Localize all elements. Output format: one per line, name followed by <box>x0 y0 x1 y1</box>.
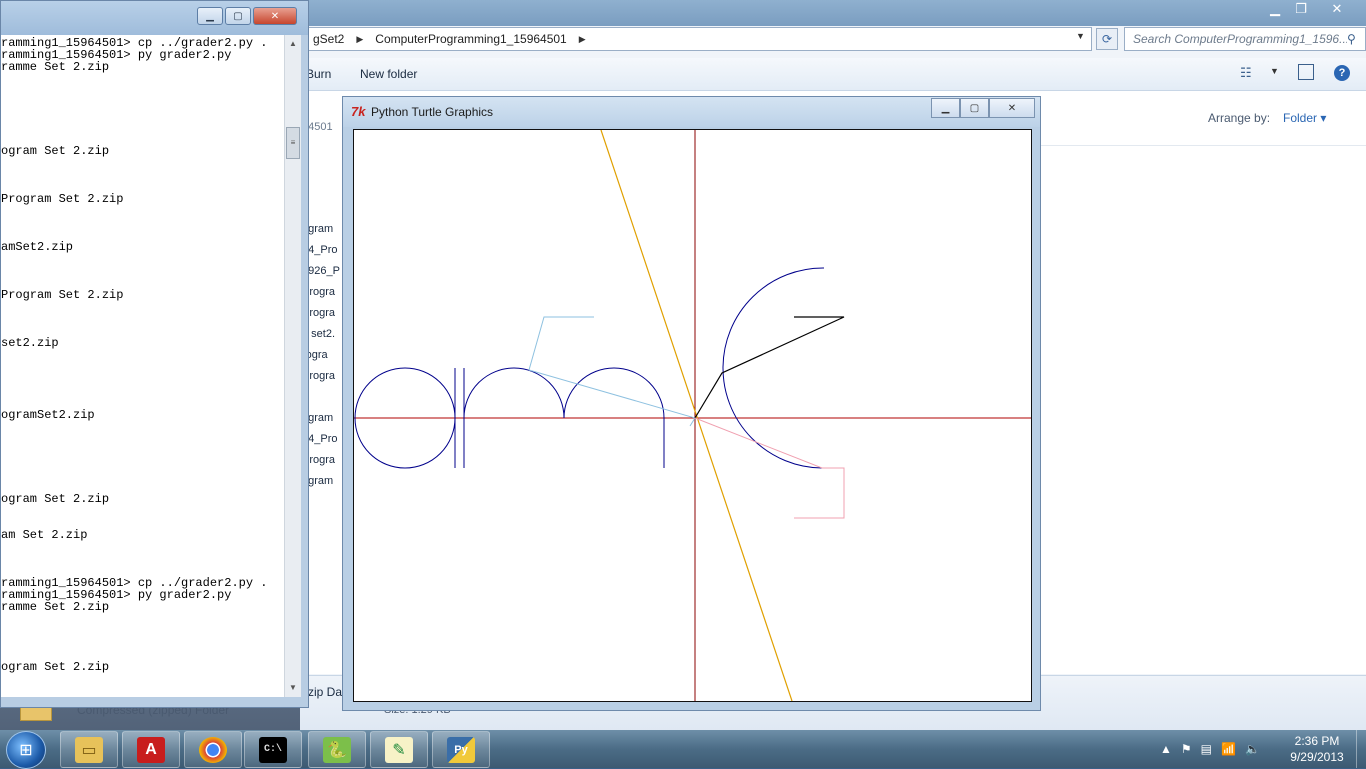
scrollbar-thumb[interactable]: ≡ <box>286 127 300 159</box>
turtle-drawing <box>354 130 1031 701</box>
new-folder-button[interactable]: New folder <box>360 67 417 81</box>
chevron-right-icon[interactable]: ▶ <box>579 34 586 45</box>
clock[interactable]: 2:36 PM 9/29/2013 <box>1287 733 1347 765</box>
explorer-toolbar: Burn New folder ☷ ▼ ? <box>300 58 1366 91</box>
console-line: ramme Set 2.zip <box>1 600 110 614</box>
scrollbar[interactable]: ▲ ≡ ▼ <box>284 35 301 697</box>
minimize-button[interactable]: ▁ <box>931 98 960 118</box>
chevron-down-icon[interactable]: ▼ <box>1076 31 1085 41</box>
network-icon[interactable]: 📶 <box>1221 742 1236 756</box>
console-window: ▁ ▢ ✕ ramming1_15964501> cp ../grader2.p… <box>0 0 309 708</box>
address-bar[interactable]: gSet2 ▶ ComputerProgramming1_15964501 ▶ <box>300 27 1092 51</box>
maximize-button[interactable]: ▢ <box>225 7 251 25</box>
console-line: Program Set 2.zip <box>1 288 124 302</box>
taskbar-app-chrome[interactable]: ● <box>184 731 242 768</box>
black-path <box>694 316 845 419</box>
arrange-by-label: Arrange by: <box>1208 111 1271 125</box>
turtle-window-controls: ▁ ▢ ✕ <box>931 98 1035 118</box>
explorer-icon: ▭ <box>75 736 103 763</box>
safely-remove-icon[interactable]: ▤ <box>1201 742 1212 756</box>
taskbar-app-idle[interactable]: 🐍 <box>308 731 366 768</box>
console-line: ramme Set 2.zip <box>1 60 110 74</box>
taskbar-app-autocad[interactable]: A <box>122 731 180 768</box>
arrange-by-dropdown[interactable]: Folder ▾ <box>1283 111 1326 125</box>
turtle-graphics-window: 7k Python Turtle Graphics ▁ ▢ ✕ <box>342 96 1041 711</box>
close-button[interactable]: ✕ <box>253 7 297 25</box>
pink-path <box>694 417 845 519</box>
explorer-titlebar <box>300 0 1366 26</box>
taskbar-app-notepad[interactable]: ✎ <box>370 731 428 768</box>
console-titlebar[interactable]: ▁ ▢ ✕ <box>1 1 308 35</box>
taskbar: ⊞ ▭ A ● C:\ 🐍 ✎ Py ▲ ⚑ ▤ 📶 🔈 2:36 PM 9/2… <box>0 730 1366 769</box>
console-line: amSet2.zip <box>1 240 74 254</box>
notepad-icon: ✎ <box>385 736 413 763</box>
chevron-down-icon[interactable]: ▼ <box>1270 66 1279 76</box>
chrome-icon: ● <box>199 736 227 763</box>
tk-feather-icon: 7k <box>351 104 366 119</box>
turtle-canvas[interactable] <box>353 129 1032 702</box>
window-title: Python Turtle Graphics <box>371 105 494 119</box>
start-button[interactable]: ⊞ <box>6 731 46 769</box>
taskbar-app-explorer[interactable]: ▭ <box>60 731 118 768</box>
console-line: ogram Set 2.zip <box>1 144 110 158</box>
arrange-by-value: Folder <box>1283 111 1318 125</box>
view-options-icon[interactable]: ☷ <box>1240 65 1252 81</box>
minimize-button[interactable]: ▁ <box>197 7 223 25</box>
console-line: ogramSet2.zip <box>1 408 95 422</box>
minimize-button[interactable]: ▁ <box>1262 0 1288 18</box>
search-input[interactable]: Search ComputerProgramming1_1596... ⚲ <box>1124 27 1366 51</box>
chevron-up-icon[interactable]: ▲ <box>1160 742 1172 756</box>
construction-line <box>528 316 594 371</box>
breadcrumb-item[interactable]: gSet2 <box>313 32 344 46</box>
maximize-button[interactable]: ▢ <box>960 98 989 118</box>
burn-button[interactable]: Burn <box>306 67 331 81</box>
letter-c-arc <box>722 267 825 469</box>
taskbar-app-python[interactable]: Py <box>432 731 490 768</box>
clock-date: 9/29/2013 <box>1290 750 1344 764</box>
search-placeholder: Search ComputerProgramming1_1596... <box>1133 32 1347 46</box>
close-button[interactable]: ✕ <box>1314 0 1360 18</box>
help-icon[interactable]: ? <box>1334 65 1350 81</box>
search-icon[interactable]: ⚲ <box>1347 32 1365 46</box>
restore-button[interactable]: ❐ <box>1288 0 1314 18</box>
console-output[interactable]: ramming1_15964501> cp ../grader2.py . ra… <box>1 35 284 697</box>
python-icon: Py <box>447 736 475 763</box>
refresh-icon[interactable]: ⟳ <box>1096 28 1118 50</box>
clock-time: 2:36 PM <box>1294 734 1340 748</box>
console-line: am Set 2.zip <box>1 528 88 542</box>
explorer-window-controls: ▁ ❐ ✕ <box>1262 0 1360 20</box>
console-line: ogram Set 2.zip <box>1 492 110 506</box>
chevron-right-icon[interactable]: ▶ <box>356 34 363 45</box>
volume-icon[interactable]: 🔈 <box>1245 742 1260 756</box>
flag-icon[interactable]: ⚑ <box>1181 742 1192 756</box>
console-window-controls: ▁ ▢ ✕ <box>197 7 297 25</box>
console-line: ogram Set 2.zip <box>1 660 110 674</box>
details-name: zip Da <box>308 685 343 699</box>
taskbar-app-cmd[interactable]: C:\ <box>244 731 302 768</box>
python-idle-icon: 🐍 <box>323 736 351 763</box>
turtle-titlebar[interactable]: 7k Python Turtle Graphics ▁ ▢ ✕ <box>343 97 1040 127</box>
scroll-down-icon[interactable]: ▼ <box>289 683 297 692</box>
breadcrumb-item[interactable]: ComputerProgramming1_15964501 <box>375 32 566 46</box>
preview-pane-icon[interactable] <box>1298 64 1314 80</box>
console-line: set2.zip <box>1 336 59 350</box>
cmd-icon: C:\ <box>259 736 287 763</box>
console-line: Program Set 2.zip <box>1 192 124 206</box>
close-button[interactable]: ✕ <box>989 98 1035 118</box>
show-desktop-button[interactable] <box>1356 730 1366 768</box>
scroll-up-icon[interactable]: ▲ <box>289 39 297 48</box>
system-tray: ▲ ⚑ ▤ 📶 🔈 <box>1160 730 1260 768</box>
autocad-icon: A <box>137 736 165 763</box>
